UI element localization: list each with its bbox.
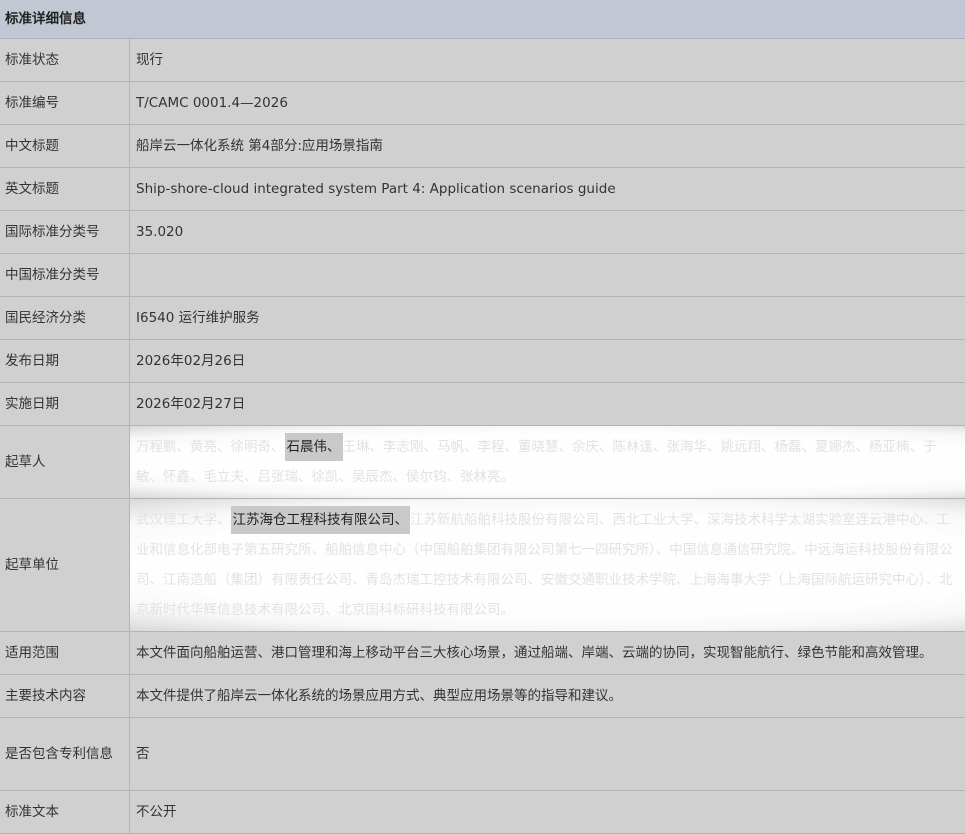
row-units: 起草单位 武汉理工大学、 江苏海仓工程科技有限公司、 江苏新航船舶科技股份有限公司、… bbox=[0, 499, 965, 632]
units-before: 武汉理工大学、 bbox=[136, 512, 231, 528]
row-publish-date: 发布日期 2026年02月26日 bbox=[0, 340, 965, 383]
value-units: 武汉理工大学、 江苏海仓工程科技有限公司、 江苏新航船舶科技股份有限公司、西北工业大… bbox=[130, 499, 965, 631]
label-text: 标准文本 bbox=[0, 791, 130, 833]
row-text: 标准文本 不公开 bbox=[0, 791, 965, 834]
row-scope: 适用范围 本文件面向船舶运营、港口管理和海上移动平台三大核心场景，通过船端、岸端… bbox=[0, 632, 965, 675]
label-units: 起草单位 bbox=[0, 499, 130, 631]
label-ics: 国际标准分类号 bbox=[0, 211, 130, 253]
label-en-title: 英文标题 bbox=[0, 168, 130, 210]
label-cn-title: 中文标题 bbox=[0, 125, 130, 167]
units-text: 武汉理工大学、 江苏海仓工程科技有限公司、 江苏新航船舶科技股份有限公司、西北工业大… bbox=[136, 505, 959, 625]
label-patent: 是否包含专利信息 bbox=[0, 718, 130, 790]
label-tech-content: 主要技术内容 bbox=[0, 675, 130, 717]
row-ccs: 中国标准分类号 bbox=[0, 254, 965, 297]
value-tech-content: 本文件提供了船岸云一体化系统的场景应用方式、典型应用场景等的指导和建议。 bbox=[136, 688, 622, 704]
label-drafters: 起草人 bbox=[0, 426, 130, 498]
standard-detail-table: 标准详细信息 标准状态 现行 标准编号 T/CAMC 0001.4—2026 中… bbox=[0, 0, 965, 834]
row-status: 标准状态 现行 bbox=[0, 39, 965, 82]
label-implement-date: 实施日期 bbox=[0, 383, 130, 425]
row-number: 标准编号 T/CAMC 0001.4—2026 bbox=[0, 82, 965, 125]
value-cn-title: 船岸云一体化系统 第4部分:应用场景指南 bbox=[136, 138, 383, 154]
drafters-before: 万程鹏、黄亮、徐明奇、 bbox=[136, 439, 285, 455]
value-number: T/CAMC 0001.4—2026 bbox=[136, 95, 288, 111]
drafters-text: 万程鹏、黄亮、徐明奇、 石晨伟、 王琳、李志刚、马帆、李程、董晓慧、余庆、陈林逢、张… bbox=[136, 432, 959, 492]
value-publish-date: 2026年02月26日 bbox=[136, 353, 246, 369]
label-number: 标准编号 bbox=[0, 82, 130, 124]
row-patent: 是否包含专利信息 否 bbox=[0, 718, 965, 791]
row-tech-content: 主要技术内容 本文件提供了船岸云一体化系统的场景应用方式、典型应用场景等的指导和… bbox=[0, 675, 965, 718]
value-economy: I6540 运行维护服务 bbox=[136, 310, 260, 326]
row-en-title: 英文标题 Ship-shore-cloud integrated system … bbox=[0, 168, 965, 211]
row-ics: 国际标准分类号 35.020 bbox=[0, 211, 965, 254]
value-scope: 本文件面向船舶运营、港口管理和海上移动平台三大核心场景，通过船端、岸端、云端的协… bbox=[136, 645, 933, 661]
label-status: 标准状态 bbox=[0, 39, 130, 81]
value-text: 不公开 bbox=[136, 804, 177, 820]
row-drafters: 起草人 万程鹏、黄亮、徐明奇、 石晨伟、 王琳、李志刚、马帆、李程、董晓慧、余庆、陈… bbox=[0, 426, 965, 499]
value-ccs bbox=[130, 254, 965, 296]
value-implement-date: 2026年02月27日 bbox=[136, 396, 246, 412]
label-economy: 国民经济分类 bbox=[0, 297, 130, 339]
table-header: 标准详细信息 bbox=[0, 0, 965, 39]
label-publish-date: 发布日期 bbox=[0, 340, 130, 382]
row-implement-date: 实施日期 2026年02月27日 bbox=[0, 383, 965, 426]
value-ics: 35.020 bbox=[136, 224, 184, 240]
label-ccs: 中国标准分类号 bbox=[0, 254, 130, 296]
value-status: 现行 bbox=[136, 52, 163, 68]
value-drafters: 万程鹏、黄亮、徐明奇、 石晨伟、 王琳、李志刚、马帆、李程、董晓慧、余庆、陈林逢、张… bbox=[130, 426, 965, 498]
label-scope: 适用范围 bbox=[0, 632, 130, 674]
units-highlight: 江苏海仓工程科技有限公司、 bbox=[230, 506, 410, 534]
value-en-title: Ship-shore-cloud integrated system Part … bbox=[136, 181, 616, 197]
value-patent: 否 bbox=[136, 746, 150, 762]
row-economy: 国民经济分类 I6540 运行维护服务 bbox=[0, 297, 965, 340]
drafters-highlight: 石晨伟、 bbox=[284, 433, 343, 461]
row-cn-title: 中文标题 船岸云一体化系统 第4部分:应用场景指南 bbox=[0, 125, 965, 168]
